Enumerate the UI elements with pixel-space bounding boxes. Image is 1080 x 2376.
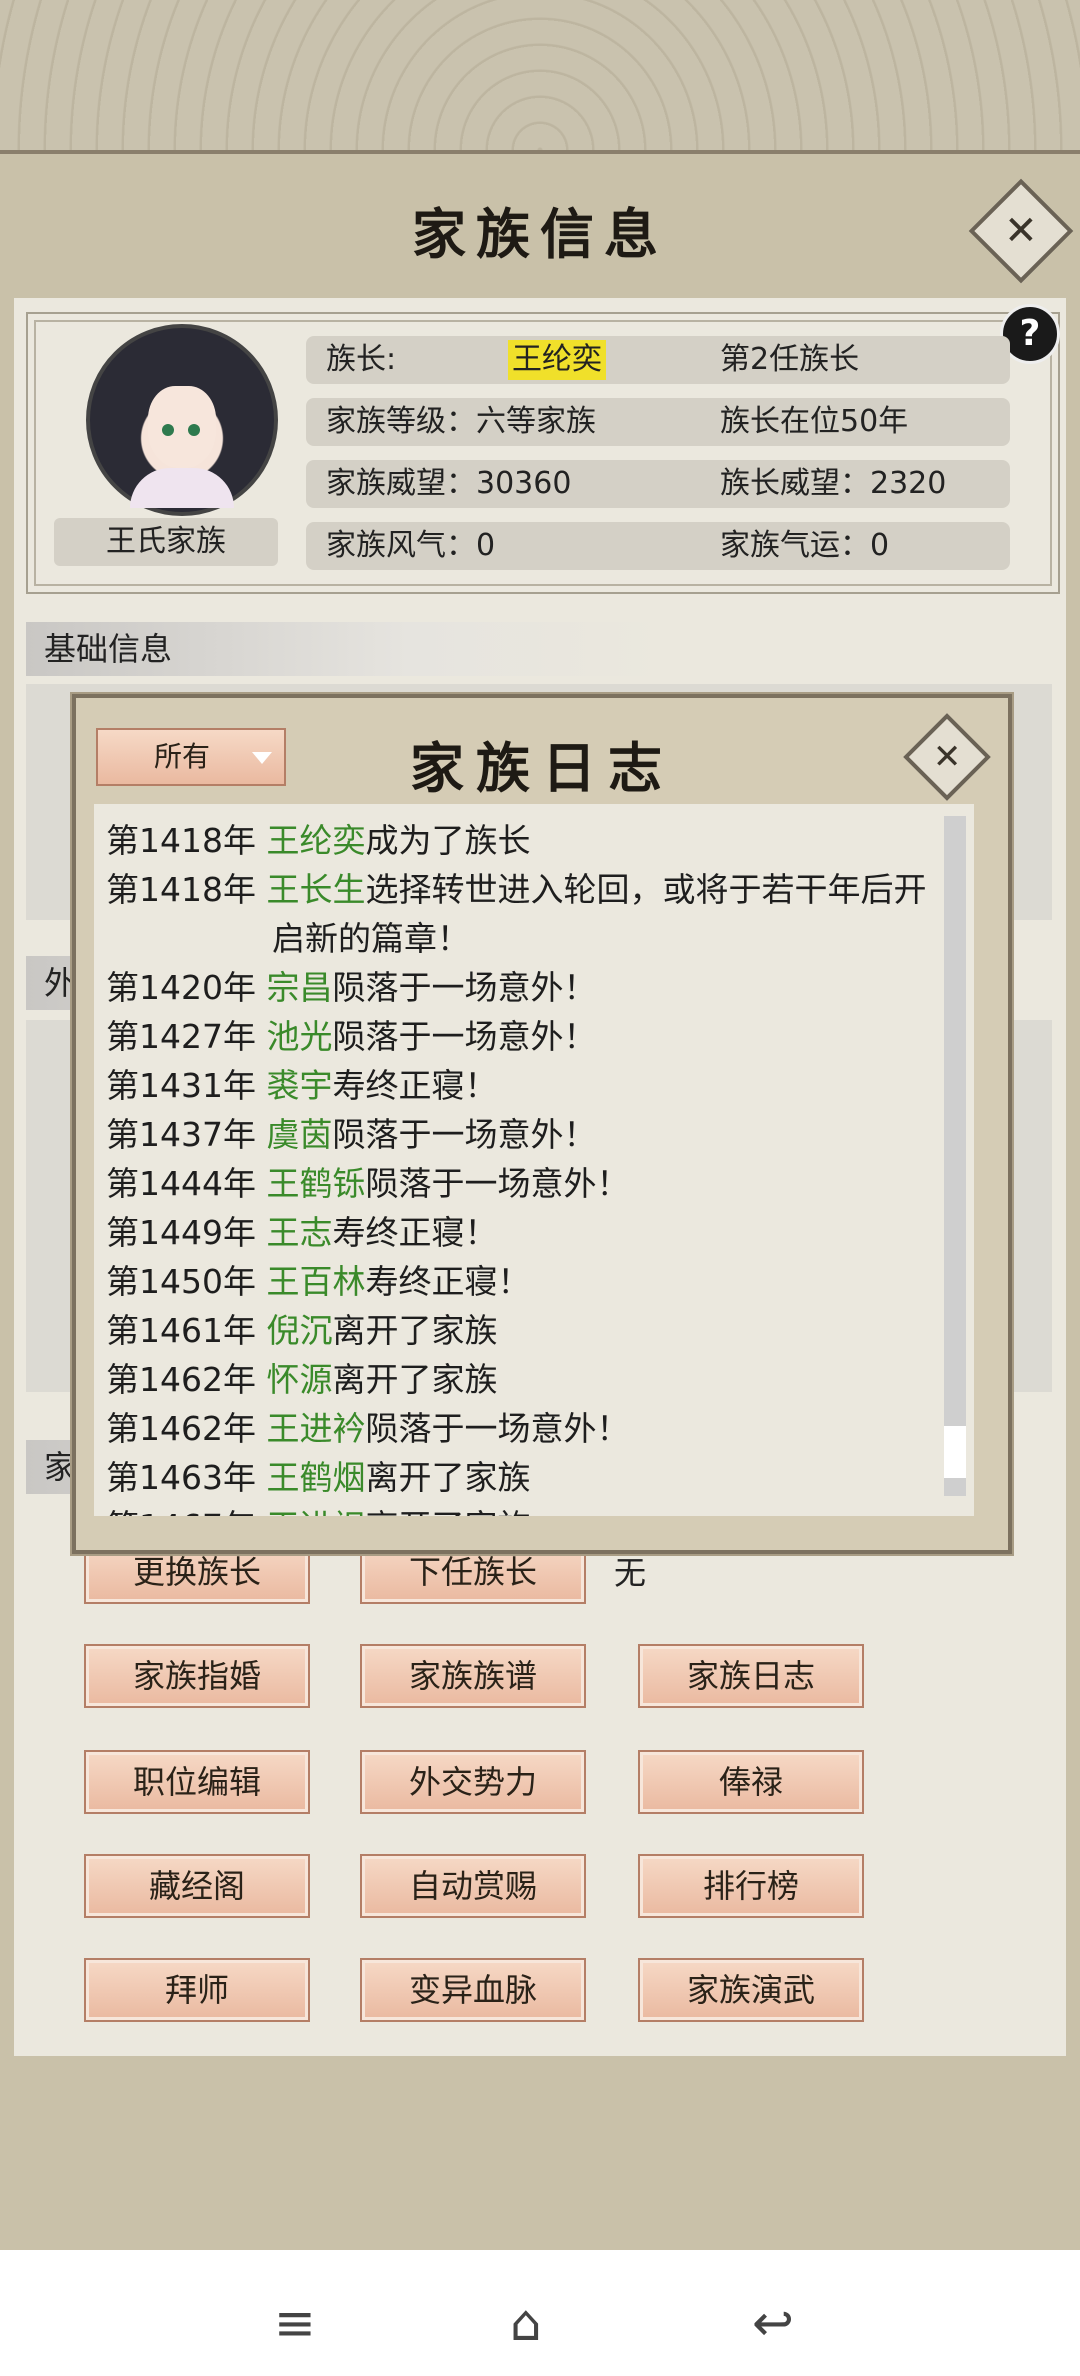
apprentice-button[interactable]: 拜师: [84, 1958, 310, 2022]
auto-reward-button[interactable]: 自动赏赐: [360, 1854, 586, 1918]
log-list[interactable]: 第1418年 王纶奕成为了族长 第1418年 王长生选择转世进入轮回，或将于若干…: [94, 804, 974, 1516]
family-log-dialog: 所有 家族日志 ✕ 第1418年 王纶奕成为了族长 第1418年 王长生选择转世…: [72, 694, 1012, 1554]
avatar-face: [148, 386, 216, 468]
avatar-eye: [162, 424, 174, 436]
log-entry: 第1463年 王鹤烟离开了家族: [106, 1458, 531, 1497]
info-value: 族长威望：2320: [720, 466, 947, 501]
avatar-eye: [188, 424, 200, 436]
log-entry: 第1418年 王长生选择转世进入轮回，或将于若干年后开: [106, 870, 927, 909]
info-label: 家族威望：30360: [326, 466, 572, 501]
family-marriage-button[interactable]: 家族指婚: [84, 1644, 310, 1708]
ranking-button[interactable]: 排行榜: [638, 1854, 864, 1918]
log-entry: 第1418年 王纶奕成为了族长: [106, 821, 531, 860]
scripture-pavilion-button[interactable]: 藏经阁: [84, 1854, 310, 1918]
home-icon[interactable]: ⌂: [510, 2298, 542, 2348]
log-entry: 第1449年 王志寿终正寝！: [106, 1213, 498, 1252]
info-label: 家族等级：六等家族: [326, 404, 596, 439]
info-label: 族长:: [326, 342, 397, 377]
log-entry: 第1462年 王进衿陨落于一场意外！: [106, 1409, 630, 1448]
mutant-bloodline-button[interactable]: 变异血脉: [360, 1958, 586, 2022]
log-entry: 第1462年 怀源离开了家族: [106, 1360, 498, 1399]
position-edit-button[interactable]: 职位编辑: [84, 1750, 310, 1814]
log-entry: 第1427年 池光陨落于一场意外！: [106, 1017, 597, 1056]
family-log-button[interactable]: 家族日志: [638, 1644, 864, 1708]
leader-name[interactable]: 王纶奕: [508, 340, 606, 380]
section-basic-header: 基础信息: [26, 622, 664, 676]
log-entry: 第1450年 王百林寿终正寝！: [106, 1262, 531, 1301]
log-entry: 第1444年 王鹤铄陨落于一场意外！: [106, 1164, 630, 1203]
family-name: 王氏家族: [54, 518, 278, 566]
page-title: 家族信息: [412, 202, 668, 266]
log-entry: 第1437年 虞茵陨落于一场意外！: [106, 1115, 597, 1154]
family-tree-button[interactable]: 家族族谱: [360, 1644, 586, 1708]
log-entry: 第1461年 倪沉离开了家族: [106, 1311, 498, 1350]
close-icon: ✕: [1004, 207, 1038, 254]
info-row-prestige: 家族威望：30360 族长威望：2320: [306, 460, 1010, 508]
log-entry: 启新的篇章！: [272, 919, 470, 958]
top-background: [0, 0, 1080, 150]
next-leader-value: 无: [614, 1554, 647, 1592]
menu-icon[interactable]: ≡: [274, 2298, 316, 2348]
avatar-robe: [130, 468, 234, 508]
info-label: 家族风气：0: [326, 528, 496, 563]
info-value: 族长在位50年: [720, 404, 909, 439]
log-scrollbar[interactable]: [944, 816, 966, 1496]
log-entry: 第1420年 宗昌陨落于一场意外！: [106, 968, 597, 1007]
diplomacy-button[interactable]: 外交势力: [360, 1750, 586, 1814]
info-row-level: 家族等级：六等家族 族长在位50年: [306, 398, 1010, 446]
info-row-leader: 族长: 王纶奕 第2任族长: [306, 336, 1010, 384]
info-value: 家族气运：0: [720, 528, 890, 563]
close-icon: ✕: [932, 737, 962, 777]
family-martial-button[interactable]: 家族演武: [638, 1958, 864, 2022]
salary-button[interactable]: 俸禄: [638, 1750, 864, 1814]
info-row-fortune: 家族风气：0 家族气运：0: [306, 522, 1010, 570]
back-icon[interactable]: ↩: [752, 2298, 794, 2348]
avatar[interactable]: [86, 324, 278, 516]
log-entry: 第1431年 裘宇寿终正寝！: [106, 1066, 498, 1105]
log-entry: 第1467年 王进祝离开了家族: [106, 1500, 530, 1516]
dialog-title: 家族日志: [410, 736, 674, 800]
log-scrollbar-thumb[interactable]: [944, 1426, 966, 1478]
info-value: 第2任族长: [720, 342, 860, 377]
